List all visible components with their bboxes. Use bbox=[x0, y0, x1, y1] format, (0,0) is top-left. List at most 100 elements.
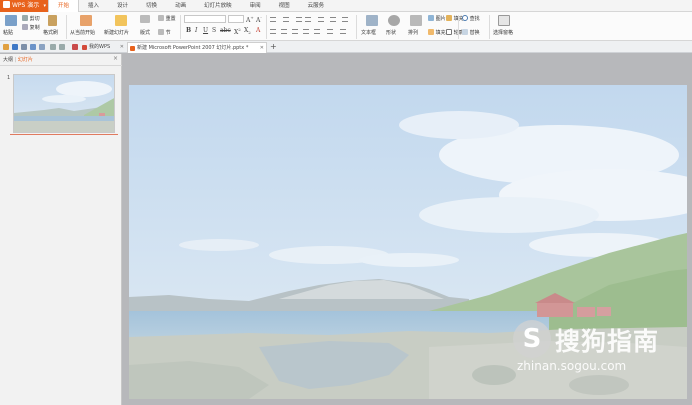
selection-pane-icon bbox=[498, 15, 510, 26]
ribbon-divider bbox=[66, 15, 67, 39]
doc-tab-label: 我的WPS bbox=[89, 44, 111, 50]
strikethrough-button[interactable]: abc bbox=[220, 27, 231, 34]
numbered-list-icon[interactable] bbox=[283, 17, 289, 22]
format-painter-button[interactable]: 格式刷 bbox=[43, 29, 58, 36]
layout-button[interactable] bbox=[140, 15, 150, 24]
replace-button[interactable]: 替换 bbox=[462, 29, 480, 36]
align-center-icon[interactable] bbox=[281, 29, 287, 34]
font-color-button[interactable]: A bbox=[256, 27, 260, 34]
play-from-current-icon bbox=[80, 15, 92, 26]
distribute-icon[interactable] bbox=[314, 29, 320, 34]
line-spacing-icon[interactable] bbox=[318, 17, 324, 22]
new-slide-icon bbox=[115, 15, 127, 26]
close-icon[interactable]: ✕ bbox=[120, 42, 124, 53]
reset-icon bbox=[158, 15, 164, 21]
sogou-watermark: S 搜狗指南 zhinan.sogou.com bbox=[513, 320, 688, 380]
italic-button[interactable]: I bbox=[195, 27, 197, 34]
print-icon[interactable] bbox=[21, 44, 27, 50]
doc-tab-label: 新建 Microsoft PowerPoint 2007 幻灯片.pptx * bbox=[137, 45, 249, 51]
quick-customize-icon[interactable] bbox=[72, 44, 78, 50]
align-right-icon[interactable] bbox=[292, 29, 298, 34]
align-left-icon[interactable] bbox=[270, 29, 276, 34]
vertical-align-icon[interactable] bbox=[327, 29, 333, 34]
tab-cloud[interactable]: 云服务 bbox=[299, 0, 334, 12]
find-label: 查找 bbox=[469, 16, 480, 22]
tab-design[interactable]: 设计 bbox=[108, 0, 137, 12]
print-preview-icon[interactable] bbox=[30, 44, 36, 50]
arrange-button[interactable]: 排列 bbox=[408, 29, 418, 36]
tab-review[interactable]: 审阅 bbox=[241, 0, 270, 12]
selection-pane-button[interactable]: 选择窗格 bbox=[493, 29, 513, 36]
replace-label: 替换 bbox=[469, 30, 480, 36]
shrink-font-button[interactable]: A- bbox=[256, 15, 262, 24]
tab-outline[interactable]: 大纲 bbox=[3, 57, 13, 63]
open-icon[interactable] bbox=[3, 44, 9, 50]
save-icon[interactable] bbox=[12, 44, 18, 50]
picture-icon bbox=[428, 15, 434, 21]
bold-button[interactable]: B bbox=[186, 27, 191, 34]
paragraph-settings-icon[interactable] bbox=[340, 29, 346, 34]
tab-animation[interactable]: 动画 bbox=[166, 0, 195, 12]
shape-button[interactable]: 形状 bbox=[386, 29, 396, 36]
increase-indent-icon[interactable] bbox=[305, 17, 311, 22]
grow-font-button[interactable]: A+ bbox=[246, 15, 254, 24]
slide-thumbnail[interactable] bbox=[13, 74, 115, 133]
tab-slideshow[interactable]: 幻灯片放映 bbox=[195, 0, 241, 12]
text-direction-icon[interactable] bbox=[330, 17, 336, 22]
cut-button[interactable]: 剪切 bbox=[22, 15, 40, 22]
underline-button[interactable]: U bbox=[203, 27, 208, 34]
doc-tab-mywps[interactable]: 我的WPS ✕ bbox=[80, 42, 126, 53]
superscript-button[interactable]: X2 bbox=[234, 27, 241, 36]
bullet-list-icon[interactable] bbox=[270, 17, 276, 22]
fill-dropdown[interactable]: 填充 bbox=[446, 15, 464, 22]
close-icon[interactable]: ✕ bbox=[260, 43, 264, 54]
layout-label: 版式 bbox=[140, 30, 151, 36]
columns-icon[interactable] bbox=[342, 17, 348, 22]
from-current-button[interactable]: 从当前开始 bbox=[70, 29, 95, 36]
decrease-indent-icon[interactable] bbox=[296, 17, 302, 22]
layout-icon bbox=[140, 15, 150, 23]
paste-icon bbox=[5, 15, 17, 26]
outline-button[interactable]: 轮廓 bbox=[446, 29, 464, 36]
pane-divider bbox=[0, 65, 122, 66]
slide-number: 1 bbox=[7, 75, 11, 81]
search-icon bbox=[462, 15, 468, 21]
font-size-dropdown[interactable] bbox=[228, 15, 244, 23]
app-menu-button[interactable]: WPS 演示 ▾ bbox=[0, 0, 48, 12]
arrange-icon bbox=[410, 15, 422, 26]
ribbon-toolbar: 粘贴 剪切 复制 格式刷 从当前开始 新建幻灯片 版式 重置 节 A+ A- B… bbox=[0, 12, 692, 41]
tab-transition[interactable]: 切换 bbox=[137, 0, 166, 12]
fill-button[interactable]: 填充 bbox=[428, 29, 446, 36]
tab-slides[interactable]: 幻灯片 bbox=[18, 57, 33, 63]
find-button[interactable]: 查找 bbox=[462, 15, 480, 22]
tab-insert[interactable]: 插入 bbox=[79, 0, 108, 12]
section-label: 节 bbox=[165, 30, 171, 36]
quick-access-bar: 我的WPS ✕ 新建 Microsoft PowerPoint 2007 幻灯片… bbox=[0, 41, 692, 53]
justify-icon[interactable] bbox=[303, 29, 309, 34]
new-slide-button[interactable]: 新建幻灯片 bbox=[104, 29, 129, 36]
undo-icon[interactable] bbox=[50, 44, 56, 50]
copy-button[interactable]: 复制 bbox=[22, 24, 40, 31]
picture-button[interactable]: 图片 bbox=[428, 15, 446, 22]
wps-tab-icon bbox=[82, 45, 87, 50]
copy-icon bbox=[22, 24, 28, 30]
export-pdf-icon[interactable] bbox=[39, 44, 45, 50]
subscript-button[interactable]: X2 bbox=[244, 27, 251, 35]
app-name: WPS 演示 bbox=[12, 2, 40, 9]
doc-tab-presentation[interactable]: 新建 Microsoft PowerPoint 2007 幻灯片.pptx * … bbox=[127, 42, 267, 53]
redo-icon[interactable] bbox=[59, 44, 65, 50]
text-box-icon bbox=[366, 15, 378, 26]
wps-logo-icon bbox=[3, 1, 10, 8]
section-icon bbox=[158, 29, 164, 35]
close-icon[interactable]: × bbox=[113, 55, 118, 62]
replace-icon bbox=[462, 29, 468, 35]
reset-button[interactable]: 重置 bbox=[158, 15, 176, 22]
tab-view[interactable]: 视图 bbox=[270, 0, 299, 12]
thumbnail-selection-indicator bbox=[10, 134, 118, 135]
shadow-button[interactable]: S bbox=[212, 27, 216, 34]
text-box-button[interactable]: 文本框 bbox=[361, 29, 376, 36]
paste-button[interactable]: 粘贴 bbox=[3, 29, 13, 36]
new-tab-icon[interactable]: + bbox=[270, 41, 277, 53]
section-button[interactable]: 节 bbox=[158, 29, 171, 36]
font-name-dropdown[interactable] bbox=[184, 15, 226, 23]
